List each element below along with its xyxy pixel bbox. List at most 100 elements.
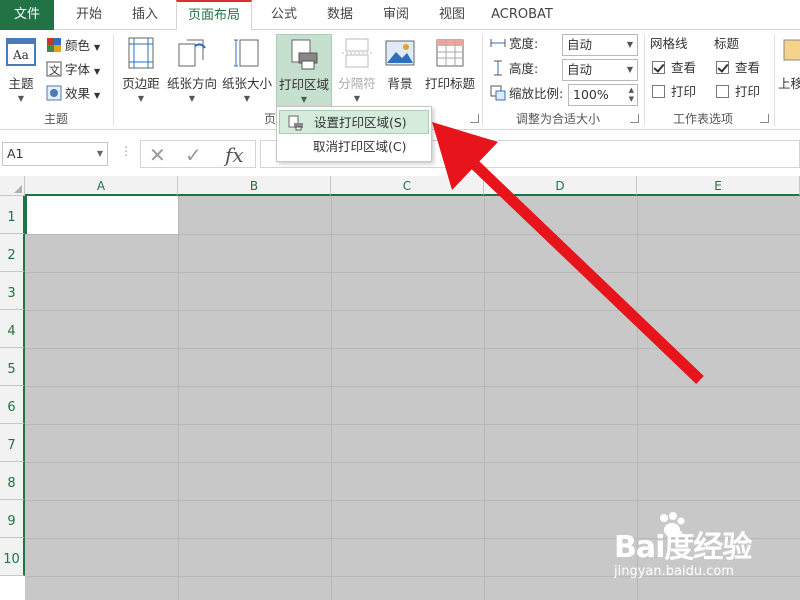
print-area-label: 打印区域 xyxy=(278,77,329,92)
name-box[interactable]: A1 ▼ xyxy=(2,142,108,166)
dialog-launcher-icon[interactable] xyxy=(760,114,769,123)
row-header-10[interactable]: 10 xyxy=(0,538,25,576)
row-header-7[interactable]: 7 xyxy=(0,424,25,462)
dialog-launcher-icon[interactable] xyxy=(630,114,639,123)
theme-fonts-button[interactable]: 文 字体 ▼ xyxy=(46,60,100,80)
gridline xyxy=(25,272,800,273)
print-titles-button[interactable]: 打印标题 xyxy=(422,34,478,106)
checkbox-unchecked-icon xyxy=(716,85,729,98)
gridlines-print-checkbox[interactable]: 打印 xyxy=(652,82,696,102)
orientation-button[interactable]: 纸张方向 ▼ xyxy=(166,34,218,106)
spin-down-icon[interactable]: ▼ xyxy=(629,95,634,104)
chevron-down-icon: ▼ xyxy=(137,94,145,103)
active-cell-a1[interactable] xyxy=(25,196,178,234)
set-print-area-menu-item[interactable]: 设置打印区域(S) xyxy=(279,110,429,134)
formula-buttons: ✕ ✓ fx xyxy=(140,140,256,168)
zoom-icon xyxy=(490,85,506,101)
tab-home[interactable]: 开始 xyxy=(62,0,116,30)
tab-insert[interactable]: 插入 xyxy=(120,0,170,30)
width-select[interactable]: 自动 ▼ xyxy=(562,34,638,56)
themes-button[interactable]: Aa 主题 ▼ xyxy=(2,34,40,106)
chevron-down-icon: ▼ xyxy=(300,95,308,104)
gridlines-view-checkbox[interactable]: 查看 xyxy=(652,58,696,78)
height-select[interactable]: 自动 ▼ xyxy=(562,59,638,81)
group-label-themes: 主题 xyxy=(43,112,68,126)
group-separator xyxy=(644,34,645,126)
margins-button[interactable]: 页边距 ▼ xyxy=(118,34,164,106)
bring-forward-button[interactable]: 上移 xyxy=(778,34,800,106)
excel-window: 文件 开始 插入 页面布局 公式 数据 审阅 视图 ACROBAT Aa 主题 … xyxy=(0,0,800,600)
headings-view-checkbox[interactable]: 查看 xyxy=(716,58,760,78)
tab-data[interactable]: 数据 xyxy=(316,0,364,30)
headings-print-checkbox[interactable]: 打印 xyxy=(716,82,760,102)
row-header-5[interactable]: 5 xyxy=(0,348,25,386)
dialog-launcher-icon[interactable] xyxy=(470,114,479,123)
breaks-button[interactable]: 分隔符 ▼ xyxy=(334,34,380,106)
tab-acrobat[interactable]: ACROBAT xyxy=(486,0,558,30)
paper-size-icon xyxy=(234,39,259,67)
theme-colors-label: 颜色 xyxy=(65,38,91,53)
spin-up-icon[interactable]: ▲ xyxy=(629,86,634,95)
name-box-value: A1 xyxy=(7,146,24,161)
margins-label: 页边距 xyxy=(122,76,160,91)
theme-fonts-label: 字体 xyxy=(65,62,91,77)
gridline xyxy=(25,310,800,311)
breaks-label: 分隔符 xyxy=(338,76,376,91)
cancel-icon[interactable]: ✕ xyxy=(149,143,166,167)
column-header-d[interactable]: D xyxy=(484,176,637,196)
width-value: 自动 xyxy=(567,37,593,52)
gridline xyxy=(25,348,800,349)
chevron-down-icon: ▼ xyxy=(94,67,101,76)
column-header-c[interactable]: C xyxy=(331,176,484,196)
width-label: 宽度: xyxy=(509,36,539,51)
theme-effects-label: 效果 xyxy=(65,86,91,101)
group-label-scale: 调整为合适大小 xyxy=(515,112,600,126)
tab-view[interactable]: 视图 xyxy=(428,0,476,30)
picture-icon xyxy=(385,40,415,66)
chevron-down-icon: ▼ xyxy=(17,94,25,103)
group-label-sheet-options: 工作表选项 xyxy=(672,112,733,126)
row-header-3[interactable]: 3 xyxy=(0,272,25,310)
row-header-6[interactable]: 6 xyxy=(0,386,25,424)
tab-file[interactable]: 文件 xyxy=(0,0,54,30)
tab-page-layout[interactable]: 页面布局 xyxy=(176,0,252,31)
select-all-corner[interactable] xyxy=(0,176,25,196)
themes-icon: Aa xyxy=(6,38,36,66)
theme-colors-button[interactable]: 颜色 ▼ xyxy=(46,36,100,56)
margins-icon xyxy=(128,37,154,69)
set-print-area-label: 设置打印区域(S) xyxy=(314,115,407,130)
group-separator xyxy=(482,34,483,126)
clear-print-area-menu-item[interactable]: 取消打印区域(C) xyxy=(279,135,429,159)
row-header-8[interactable]: 8 xyxy=(0,462,25,500)
bring-forward-label: 上移 xyxy=(778,76,800,91)
watermark-url: jingyan.baidu.com xyxy=(614,564,734,579)
ribbon-tab-bar: 文件 开始 插入 页面布局 公式 数据 审阅 视图 ACROBAT xyxy=(0,0,800,31)
checkbox-checked-icon xyxy=(716,61,729,74)
gridline xyxy=(331,196,332,600)
tab-formulas[interactable]: 公式 xyxy=(260,0,308,30)
group-separator xyxy=(774,34,775,126)
row-header-2[interactable]: 2 xyxy=(0,234,25,272)
insert-function-icon[interactable]: fx xyxy=(225,143,244,167)
row-header-4[interactable]: 4 xyxy=(0,310,25,348)
row-header-1[interactable]: 1 xyxy=(0,196,25,234)
column-header-b[interactable]: B xyxy=(178,176,331,196)
baidu-logo-text: Bai度经验 xyxy=(614,530,752,565)
print-area-icon xyxy=(291,39,318,70)
theme-effects-button[interactable]: 效果 ▼ xyxy=(46,84,100,104)
svg-text:Aa: Aa xyxy=(12,48,29,62)
print-area-button[interactable]: 打印区域 ▼ xyxy=(276,34,332,108)
chevron-down-icon: ▼ xyxy=(94,43,101,52)
chevron-down-icon: ▼ xyxy=(188,94,196,103)
background-button[interactable]: 背景 xyxy=(380,34,420,106)
set-print-area-icon xyxy=(288,115,303,131)
gridlines-view-label: 查看 xyxy=(671,60,697,75)
scale-width-label-row: 宽度: xyxy=(490,34,538,54)
zoom-spinner[interactable]: 100% ▲ ▼ xyxy=(568,84,638,106)
enter-icon[interactable]: ✓ xyxy=(185,143,202,167)
column-header-e[interactable]: E xyxy=(637,176,800,196)
column-header-a[interactable]: A xyxy=(25,176,178,196)
row-header-9[interactable]: 9 xyxy=(0,500,25,538)
tab-review[interactable]: 审阅 xyxy=(372,0,420,30)
size-button[interactable]: 纸张大小 ▼ xyxy=(220,34,274,106)
